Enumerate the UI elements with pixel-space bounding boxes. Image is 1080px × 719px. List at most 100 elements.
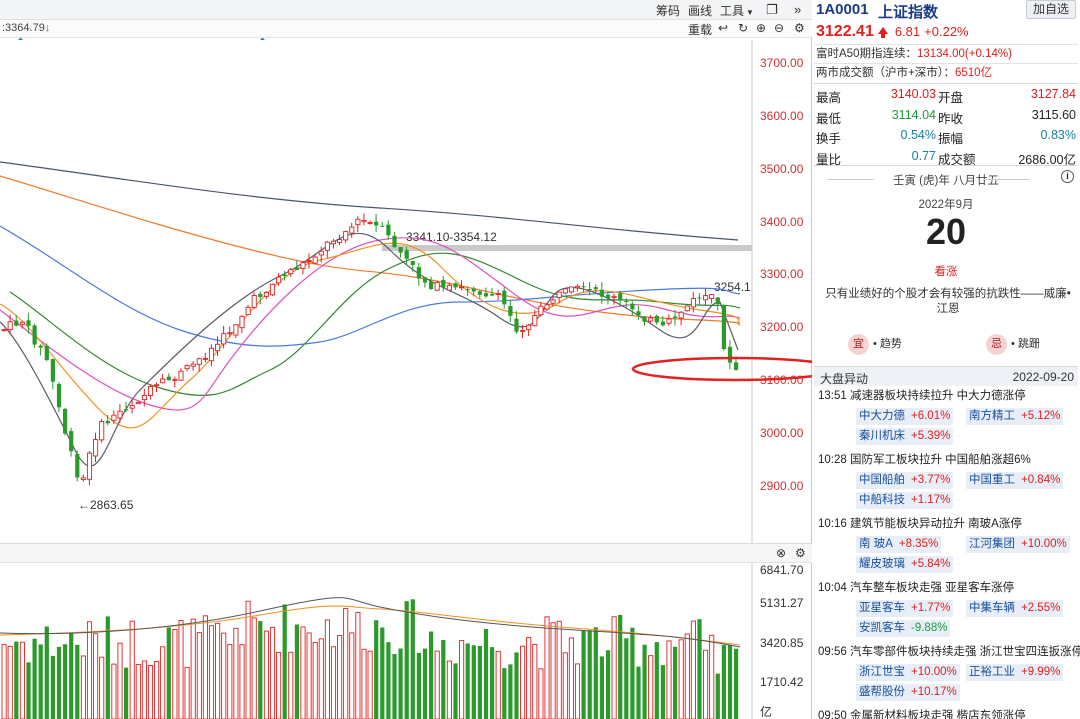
y-tick-label: 3600.00 — [760, 109, 804, 123]
market-movers-header: 大盘异动 2022-09-20 — [814, 366, 1078, 386]
y-tick-label: 3000.00 — [760, 426, 804, 440]
stock-chip[interactable]: 盛帮股份 +10.17% — [856, 684, 960, 701]
mover-event[interactable]: 09:56 汽车零部件板块持续走强 浙江世宝四连扳涨停 浙江世宝 +10.00% 正裕… — [814, 642, 1080, 702]
y-tick-label: 3200.00 — [760, 320, 804, 334]
stock-chip[interactable]: 浙江世宝 +10.00% — [856, 664, 960, 681]
y-tick-label: 3700.00 — [760, 56, 804, 70]
stock-chip[interactable]: 耀皮玻璃 +5.84% — [856, 556, 954, 573]
lunar-date: 壬寅 (虎)年 八月廿五 — [814, 172, 1078, 188]
stock-chip[interactable]: 中集车辆 +2.55% — [966, 600, 1064, 617]
vol-y-tick-label: 6841.70 — [760, 563, 804, 577]
stock-chip[interactable]: 中国船舶 +3.77% — [856, 472, 954, 489]
vol-y-tick-label: 5131.27 — [760, 596, 804, 610]
quote-label: 振幅 — [938, 132, 964, 146]
rotate-icon[interactable]: ↻ — [738, 21, 748, 35]
stock-code: 1A0001 — [816, 1, 869, 18]
mover-stocks: 亚星客车 +1.77% 中集车辆 +2.55% 安凯客车 -9.88% — [814, 598, 1080, 638]
vol-y-axis-labels: 6841.70 5131.27 3420.85 1710.42 亿 — [760, 563, 804, 719]
volume-chart[interactable]: 6841.70 5131.27 3420.85 1710.42 亿 — [0, 563, 812, 719]
stock-chip[interactable]: 秦川机床 +5.39% — [856, 428, 954, 445]
high-label: 3254.1 — [714, 280, 751, 294]
calendar-day: 20 — [925, 211, 967, 252]
kline-chart[interactable]: 3700.00 3600.00 3500.00 3400.00 3300.00 … — [0, 40, 812, 543]
mover-event-title: 10:16 建筑节能板块异动拉升 南玻A涨停 — [818, 518, 1022, 530]
stock-chip[interactable]: 中大力德 +6.01% — [856, 408, 954, 425]
mover-event[interactable]: 10:16 建筑节能板块异动拉升 南玻A涨停南 玻A +8.35% 江河集团 +10.… — [814, 514, 1080, 574]
y-tick-label: 3500.00 — [760, 162, 804, 176]
mover-event[interactable]: 09:50 金属新材料板块走强 楷店东领涨停 — [814, 706, 1080, 719]
quote-value: 0.54% — [900, 128, 936, 142]
quote-value: 0.83% — [1040, 128, 1076, 142]
add-favorite-button[interactable]: 加自选 — [1026, 0, 1076, 19]
yi-icon: 宜 — [848, 334, 869, 355]
a50-futures-line[interactable]: 富时A50期指连续：13134.00(+0.14%) — [814, 44, 1078, 63]
mover-event-title: 13:51 减速器板块持续拉升 中大力德涨停 — [818, 390, 1026, 402]
volume-header: ⊗ ⚙ — [0, 543, 812, 563]
vol-ma-5-line — [0, 597, 741, 648]
quote-value: 3140.03 — [890, 87, 936, 101]
caret-down-icon: ▼ — [746, 8, 754, 17]
stock-chip[interactable]: 中船科技 +1.17% — [856, 492, 954, 509]
resistance-band — [382, 245, 752, 251]
zoom-in-icon[interactable]: ⊕ — [756, 21, 766, 35]
expand-right-icon[interactable]: » — [794, 2, 801, 17]
mover-stocks: 中国船舶 +3.77% 中国重工 +0.84% 中船科技 +1.17% — [814, 470, 1080, 510]
calendar-month: 2022年9月 — [918, 199, 974, 211]
current-price: 3122.41 — [816, 23, 874, 40]
stock-chip[interactable]: 安凯客车 -9.88% — [856, 620, 951, 637]
price-readout: :3364.79↓ — [2, 22, 51, 34]
vol-y-tick-label: 1710.42 — [760, 675, 804, 689]
movers-title: 大盘异动 — [820, 372, 869, 386]
back-icon[interactable]: ↩ — [718, 21, 728, 35]
y-axis-labels: 3700.00 3600.00 3500.00 3400.00 3300.00 … — [760, 56, 804, 493]
top-toolbar: 筹码 画线 工具 ▼ ❐ » — [0, 0, 812, 20]
quote-label: 最低 — [816, 111, 842, 126]
market-turnover-line[interactable]: 两市成交额（沪市+深市）：6510亿 — [814, 63, 1078, 82]
stock-chip[interactable]: 南 玻A +8.35% — [856, 536, 942, 553]
zoom-out-icon[interactable]: ⊖ — [774, 21, 784, 35]
stock-chip[interactable]: 江河集团 +10.00% — [966, 536, 1070, 553]
tools-menu-button[interactable]: 工具 ▼ — [720, 2, 754, 19]
reload-button[interactable]: 重载 — [688, 21, 712, 38]
info-icon[interactable]: i — [1061, 170, 1074, 183]
quote-label: 换手 — [816, 132, 842, 146]
restore-icon[interactable]: ❐ — [766, 2, 778, 18]
vol-y-tick-label: 3420.85 — [760, 636, 804, 650]
price-change: 6.81 — [894, 24, 921, 39]
quote-value: 0.77 — [911, 148, 936, 163]
gear-icon[interactable]: ⚙ — [795, 546, 806, 560]
price-change-pct: +0.22% — [924, 24, 969, 39]
gear-icon[interactable]: ⚙ — [794, 21, 805, 35]
price-row: 3122.41 6.81 +0.22% — [816, 23, 969, 41]
y-tick-label: 3400.00 — [760, 215, 804, 229]
movers-date: 2022-09-20 — [1012, 370, 1074, 384]
stock-chip[interactable]: 南方精工 +5.12% — [966, 408, 1064, 425]
kline-plot-bg — [0, 40, 752, 543]
mover-event[interactable]: 10:04 汽车整车板块走强 亚星客车涨停亚星客车 +1.77% 中集车辆 +2.55… — [814, 578, 1080, 638]
quote-label: 开盘 — [938, 91, 964, 105]
stock-chip[interactable]: 亚星客车 +1.77% — [856, 600, 954, 617]
mover-event-title: 10:04 汽车整车板块走强 亚星客车涨停 — [818, 582, 1015, 594]
close-circle-icon[interactable]: ⊗ — [776, 546, 786, 560]
calendar-dont-button[interactable]: 忌 • 跳跚 — [986, 334, 1040, 355]
volume-bars — [1, 599, 739, 719]
ji-icon: 忌 — [986, 334, 1007, 355]
band-label: 3341.10-3354.12 — [406, 230, 497, 244]
y-tick-label: 2900.00 — [760, 479, 804, 493]
draw-line-button[interactable]: 画线 — [688, 2, 712, 19]
quote-row: 最低 3114.04 昨收 3115.60 — [814, 105, 1078, 126]
quote-label: 最高 — [816, 91, 842, 105]
vol-unit-label: 亿 — [760, 704, 772, 719]
mover-event-title: 10:28 国防军工板块拉升 中国船舶涨超6% — [818, 454, 1031, 466]
quote-value: 3127.84 — [1030, 87, 1076, 101]
mover-event[interactable]: 10:28 国防军工板块拉升 中国船舶涨超6% 中国船舶 +3.77% 中国重工 +0.… — [814, 450, 1080, 510]
chips-button[interactable]: 筹码 — [656, 2, 680, 19]
quote-value: 3114.04 — [891, 107, 936, 122]
stock-chip[interactable]: 中国重工 +0.84% — [966, 472, 1064, 489]
mover-stocks: 南 玻A +8.35% 江河集团 +10.00% 耀皮玻璃 +5.84% — [814, 534, 1080, 574]
stock-chip[interactable]: 正裕工业 +9.99% — [966, 664, 1064, 681]
mover-event[interactable]: 13:51 减速器板块持续拉升 中大力德涨停中大力德 +6.01% 南方精工 +5.1… — [814, 386, 1080, 446]
quote-panel: 1A0001 上证指数 加自选 3122.41 6.81 +0.22% 富时A50期… — [812, 0, 1080, 719]
stock-header: 1A0001 上证指数 加自选 3122.41 6.81 +0.22% — [812, 0, 1080, 44]
calendar-do-button[interactable]: 宜 • 趋势 — [848, 334, 902, 355]
